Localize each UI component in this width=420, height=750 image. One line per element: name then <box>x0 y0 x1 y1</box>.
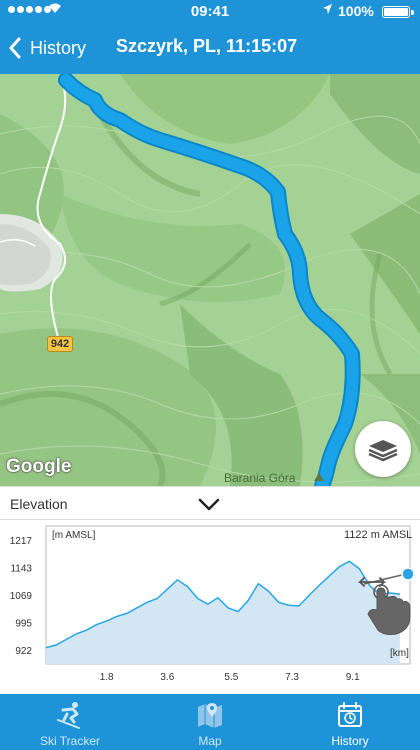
peak-icon <box>314 473 324 481</box>
chevron-left-icon <box>9 37 21 59</box>
tab-bar: Ski Tracker Map History <box>0 694 420 750</box>
x-tick-label: 1.8 <box>100 672 114 683</box>
chevron-down-icon[interactable] <box>197 496 221 512</box>
tab-label-map: Map <box>198 734 222 748</box>
calendar-clock-icon <box>338 702 362 727</box>
battery-percent: 100% <box>338 3 374 19</box>
navigation-header: 09:41 100% History Szczyrk, PL, 11:15:07 <box>0 0 420 74</box>
elevation-title: Elevation <box>10 496 68 512</box>
x-tick-label: 7.3 <box>285 672 299 683</box>
back-button[interactable]: History <box>8 34 86 62</box>
layers-icon <box>368 440 398 462</box>
peak-label: Barania Góra <box>224 471 296 485</box>
road-number-badge: 942 <box>47 336 73 352</box>
elevation-chart-svg: 1217 1143 1069 995 922 1.8 3.6 5.5 7.3 9.1 [m AM… <box>10 525 415 683</box>
screen: 09:41 100% History Szczyrk, PL, 11:15:07 <box>0 0 420 750</box>
y-tick-label: 1217 <box>10 536 33 547</box>
tab-label-history: History <box>331 734 369 748</box>
x-tick-label: 3.6 <box>160 672 174 683</box>
map-pin-icon <box>198 703 222 728</box>
page-title: Szczyrk, PL, 11:15:07 <box>116 36 298 56</box>
y-axis-label: [m AMSL] <box>52 530 96 541</box>
y-tick-label: 1143 <box>10 564 32 575</box>
terrain-map <box>0 74 420 486</box>
y-tick-label: 922 <box>15 646 32 657</box>
x-tick-label: 9.1 <box>346 672 360 683</box>
y-tick-label: 1069 <box>10 591 33 602</box>
layers-button[interactable] <box>355 421 411 477</box>
tab-history[interactable]: History <box>280 694 420 750</box>
tab-label-ski-tracker: Ski Tracker <box>39 734 100 748</box>
location-arrow-icon <box>322 3 333 18</box>
battery-icon <box>382 6 414 18</box>
map-view[interactable]: 942 Google Barania Góra <box>0 74 420 486</box>
max-elevation-label: 1122 m AMSL <box>344 529 412 541</box>
scrub-handle[interactable] <box>401 567 415 581</box>
x-axis-label: [km] <box>390 648 409 659</box>
elevation-chart[interactable]: 1217 1143 1069 995 922 1.8 3.6 5.5 7.3 9.1 [m AM… <box>0 520 420 694</box>
skier-icon <box>57 702 80 729</box>
x-tick-label: 5.5 <box>224 672 238 683</box>
status-bar: 09:41 100% <box>0 0 420 22</box>
back-label: History <box>30 37 87 58</box>
y-tick-label: 995 <box>15 619 32 630</box>
elevation-header: Elevation <box>0 486 420 520</box>
google-logo: Google <box>6 456 72 477</box>
tab-map[interactable]: Map <box>140 694 280 750</box>
tab-ski-tracker[interactable]: Ski Tracker <box>0 694 140 750</box>
